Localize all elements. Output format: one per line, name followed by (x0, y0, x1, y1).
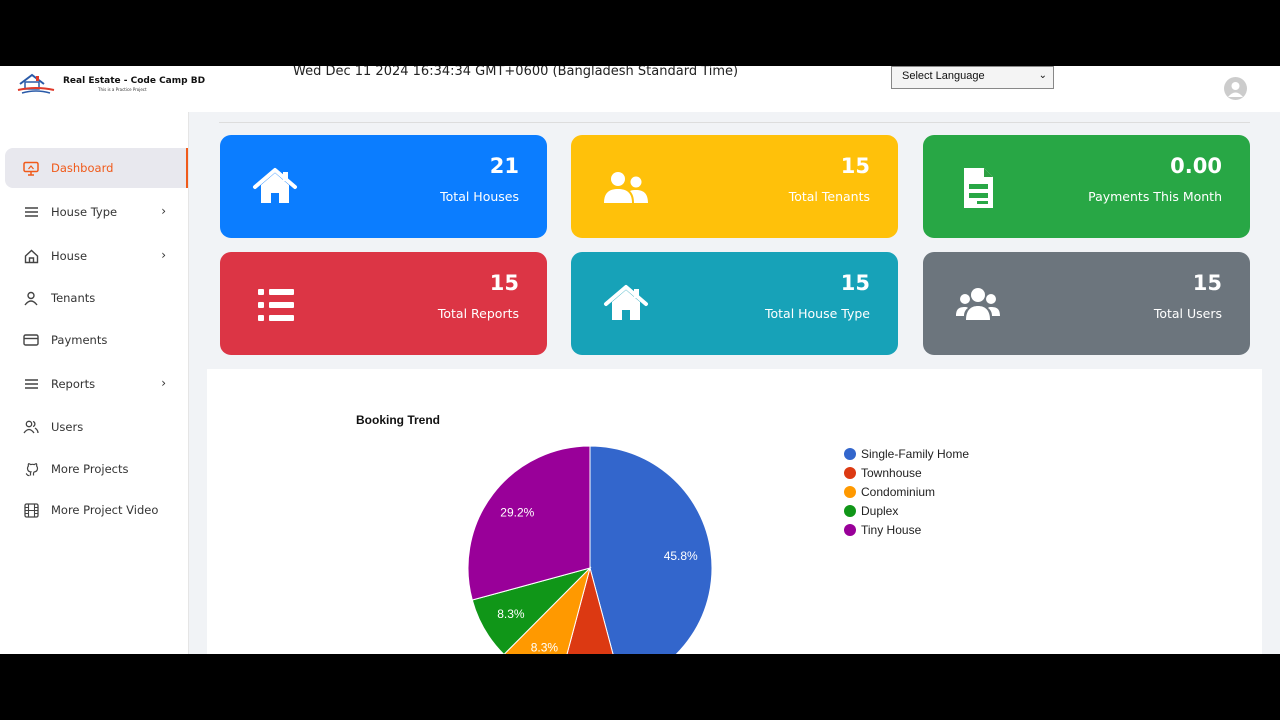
monitor-icon (22, 159, 40, 177)
legend-swatch (844, 504, 856, 517)
avatar[interactable] (1224, 77, 1247, 100)
legend-item[interactable]: Condominium (844, 482, 969, 501)
sidebar-item-dashboard[interactable]: Dashboard (5, 148, 188, 188)
legend-item[interactable]: Townhouse (844, 463, 969, 482)
sidebar-item-label: Payments (51, 333, 108, 347)
stat-value: 15 (840, 271, 870, 295)
house-icon (604, 285, 648, 320)
legend-label: Condominium (861, 484, 936, 499)
stat-value: 21 (489, 154, 519, 178)
list-icon (258, 289, 294, 321)
pie-slice-label: 29.2% (500, 505, 534, 519)
sidebar-item-label: Users (51, 420, 84, 434)
legend-label: Single-Family Home (861, 446, 970, 461)
stat-card-payments-this-month[interactable]: 0.00 Payments This Month (923, 135, 1250, 238)
stat-value: 15 (840, 154, 870, 178)
current-datetime: Wed Dec 11 2024 16:34:34 GMT+0600 (Bangl… (293, 66, 739, 79)
users-group-icon (956, 288, 1000, 320)
home-icon (22, 247, 40, 265)
stat-card-total-users[interactable]: 15 Total Users (923, 252, 1250, 355)
invoice-icon (964, 168, 993, 208)
sidebar-item-label: House (51, 249, 88, 263)
app-screen: Real Estate - Code Camp BD This is a Pra… (0, 66, 1280, 654)
sidebar-item-more-projects[interactable]: More Projects (5, 449, 188, 489)
legend-swatch (844, 466, 856, 479)
sidebar-item-label: Dashboard (51, 161, 114, 175)
users-icon (22, 418, 40, 436)
stat-card-total-reports[interactable]: 15 Total Reports (220, 252, 547, 355)
booking-trend-panel: Booking Trend 45.8% 8.3% 8.3% 8.3% 29.2% Sin… (207, 369, 1262, 654)
stat-label: Total Users (1153, 306, 1222, 321)
brand-name: Real Estate - Code Camp BD (63, 76, 206, 86)
users-icon (604, 172, 648, 203)
legend-swatch (844, 523, 856, 536)
chart-legend: Single-Family Home Townhouse Condominium… (844, 444, 969, 539)
header-divider (219, 122, 1250, 123)
sidebar-item-label: Reports (51, 377, 96, 391)
film-icon (22, 501, 40, 519)
stat-card-total-tenants[interactable]: 15 Total Tenants (571, 135, 898, 238)
github-icon (22, 460, 40, 478)
chevron-right-icon: › (161, 204, 166, 218)
sidebar-item-more-project-video[interactable]: More Project Video (5, 490, 188, 530)
stat-value: 15 (1192, 271, 1222, 295)
sidebar: Dashboard House Type › House › Tenants P… (0, 112, 189, 654)
sidebar-item-label: More Project Video (51, 503, 159, 517)
credit-card-icon (22, 331, 40, 349)
stat-label: Total Houses (440, 189, 519, 204)
sidebar-item-house[interactable]: House › (5, 236, 188, 276)
pie-slice-label: 8.3% (531, 640, 559, 654)
pie-chart: 45.8% 8.3% 8.3% 8.3% 29.2% (467, 445, 713, 655)
sidebar-item-payments[interactable]: Payments (5, 320, 188, 360)
legend-swatch (844, 447, 856, 460)
user-icon (22, 289, 40, 307)
stat-value: 0.00 (1170, 154, 1222, 178)
chevron-right-icon: › (161, 248, 166, 262)
pie-slice-label: 8.3% (576, 653, 604, 655)
sidebar-item-tenants[interactable]: Tenants (5, 278, 188, 318)
sidebar-item-house-type[interactable]: House Type › (5, 192, 188, 232)
house-icon (253, 168, 297, 203)
list-icon (22, 375, 40, 393)
stat-label: Total House Type (764, 306, 870, 321)
legend-item[interactable]: Tiny House (844, 520, 969, 539)
list-icon (22, 203, 40, 221)
legend-label: Townhouse (861, 465, 922, 480)
stat-card-total-house-type[interactable]: 15 Total House Type (571, 252, 898, 355)
legend-item[interactable]: Duplex (844, 501, 969, 520)
stat-value: 15 (489, 271, 519, 295)
stat-label: Total Tenants (788, 189, 870, 204)
sidebar-item-users[interactable]: Users (5, 407, 188, 447)
language-select[interactable]: Select Language ⌄ (891, 66, 1054, 89)
user-avatar-icon (1228, 82, 1243, 97)
chevron-down-icon: ⌄ (1038, 70, 1047, 81)
brand-logo[interactable] (16, 70, 56, 94)
language-select-value: Select Language (902, 70, 985, 82)
stat-label: Payments This Month (1088, 189, 1222, 204)
brand-tagline: This is a Practice Project (98, 87, 147, 92)
sidebar-item-label: Tenants (51, 291, 96, 305)
sidebar-item-label: More Projects (51, 462, 129, 476)
pie-slice-label: 8.3% (497, 607, 525, 621)
top-bar: Real Estate - Code Camp BD This is a Pra… (0, 66, 1280, 112)
legend-label: Tiny House (861, 522, 922, 537)
legend-swatch (844, 485, 856, 498)
chevron-right-icon: › (161, 376, 166, 390)
sidebar-item-label: House Type (51, 205, 118, 219)
stat-card-total-houses[interactable]: 21 Total Houses (220, 135, 547, 238)
legend-item[interactable]: Single-Family Home (844, 444, 969, 463)
legend-label: Duplex (861, 503, 899, 518)
stat-label: Total Reports (437, 306, 519, 321)
pie-slice-label: 45.8% (664, 549, 698, 563)
sidebar-item-reports[interactable]: Reports › (5, 364, 188, 404)
